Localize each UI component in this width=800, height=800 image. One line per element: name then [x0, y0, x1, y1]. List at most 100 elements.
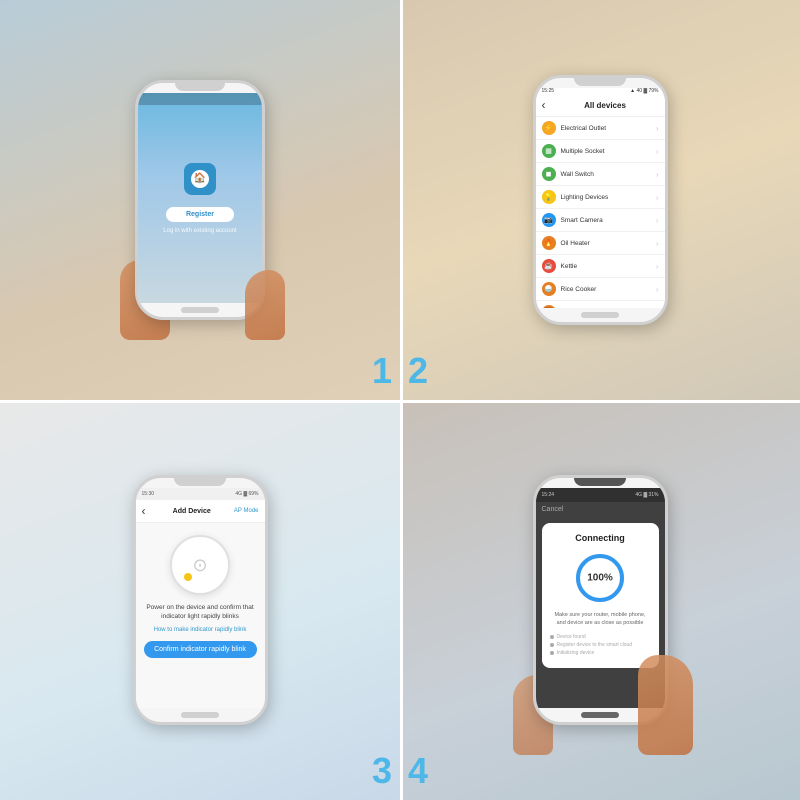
login-link[interactable]: Log in with existing account [163, 228, 236, 234]
connecting-title: Connecting [575, 533, 625, 543]
device-circle: ⊙ [170, 535, 230, 595]
item-label: Wall Switch [561, 171, 656, 178]
page-wrapper: 🏠 Register Log in with existing account … [0, 0, 800, 800]
confirm-blink-button[interactable]: Confirm indicator rapidly blink [144, 641, 257, 658]
vertical-divider [400, 0, 403, 800]
multiple-socket-icon: ▦ [542, 144, 556, 158]
add-device-title: Add Device [150, 508, 234, 515]
arrow-icon: › [656, 216, 659, 225]
phone-3: 15:30 4G ▓ 69% ‹ Add Device AP Mode ⊙ [133, 475, 268, 725]
home-bar-4 [581, 712, 620, 718]
phone-screen-2: 15:25 ▲ 40 ▓ 79% ‹ All devices ⚡ Electri… [536, 88, 665, 308]
item-label: Kettle [561, 263, 656, 270]
phone-wrap-2: 15:25 ▲ 40 ▓ 79% ‹ All devices ⚡ Electri… [400, 0, 800, 400]
list-item[interactable]: ▦ Multiple Socket › [536, 140, 665, 163]
status-bar-3: 15:30 4G ▓ 69% [136, 488, 265, 500]
phone-notch-2 [574, 78, 626, 86]
indicator-blink-link[interactable]: How to make indicator rapidly blink [136, 627, 265, 633]
home-bar-2 [581, 312, 620, 318]
check-dot-3 [550, 651, 554, 655]
lighting-icon: 💡 [542, 190, 556, 204]
phone-2: 15:25 ▲ 40 ▓ 79% ‹ All devices ⚡ Electri… [533, 75, 668, 325]
arrow-icon: › [656, 239, 659, 248]
check-label-1: Device found [557, 634, 586, 640]
step-number-4: 4 [408, 750, 428, 792]
item-label: Smart Camera [561, 217, 656, 224]
list-item[interactable]: ◼ Wall Switch › [536, 163, 665, 186]
phone-wrap-1: 🏠 Register Log in with existing account [0, 0, 400, 400]
list-item[interactable]: 💡 Lighting Devices › [536, 186, 665, 209]
list-item[interactable]: 🍚 Rice Cooker › [536, 278, 665, 301]
check-label-3: Initializing device [557, 650, 595, 656]
progress-percent: 100% [587, 573, 613, 584]
list-item[interactable]: ⚡ Electrical Outlet › [536, 117, 665, 140]
status-bar-1 [138, 93, 262, 105]
arrow-icon: › [656, 285, 659, 294]
phone-notch-4 [574, 478, 626, 486]
arrow-icon: › [656, 193, 659, 202]
phone-1: 🏠 Register Log in with existing account [135, 80, 265, 320]
app-logo: 🏠 [184, 163, 216, 195]
item-label: Oil Heater [561, 240, 656, 247]
camera-icon: 📷 [542, 213, 556, 227]
oil-heater-icon: 🔥 [542, 236, 556, 250]
back-button-2[interactable]: ‹ [542, 98, 546, 112]
check-label-2: Register device to the smart cloud [557, 642, 633, 648]
rice-cooker-icon: 🍚 [542, 282, 556, 296]
time-4: 15:24 [542, 492, 555, 498]
step-number-3: 3 [372, 750, 392, 792]
check-item-1: Device found [550, 634, 651, 640]
wall-switch-icon: ◼ [542, 167, 556, 181]
oven-icon: ⬛ [542, 305, 556, 308]
ap-mode-label: AP Mode [234, 508, 259, 514]
phone-screen-1: 🏠 Register Log in with existing account [138, 93, 262, 303]
kettle-icon: ☕ [542, 259, 556, 273]
back-button-3[interactable]: ‹ [142, 504, 146, 518]
device-list-screen: 15:25 ▲ 40 ▓ 79% ‹ All devices ⚡ Electri… [536, 88, 665, 308]
add-device-header: ‹ Add Device AP Mode [136, 500, 265, 523]
cancel-button[interactable]: Cancel [536, 502, 665, 517]
check-dot-2 [550, 643, 554, 647]
phone-notch-1 [175, 83, 225, 91]
arrow-icon: › [656, 147, 659, 156]
item-label: Lighting Devices [561, 194, 656, 201]
time-3: 15:30 [142, 491, 155, 497]
check-dot-1 [550, 635, 554, 639]
phone-wrap-4: 15:24 4G ▓ 31% Cancel Connecting [400, 400, 800, 800]
list-item[interactable]: ☕ Kettle › [536, 255, 665, 278]
arrow-icon: › [656, 170, 659, 179]
step-number-2: 2 [408, 350, 428, 392]
connecting-info: Make sure your router, mobile phone, and… [550, 611, 651, 628]
item-label: Electrical Outlet [561, 125, 656, 132]
add-device-instruction: Power on the device and confirm that ind… [136, 603, 265, 621]
home-bar-1 [181, 307, 218, 313]
signal-4: 4G ▓ 31% [635, 492, 658, 498]
item-label: Rice Cooker [561, 286, 656, 293]
list-item[interactable]: 📷 Smart Camera › [536, 209, 665, 232]
arrow-icon: › [656, 308, 659, 309]
app-login-screen: 🏠 Register Log in with existing account [138, 93, 262, 303]
phone-screen-3: 15:30 4G ▓ 69% ‹ Add Device AP Mode ⊙ [136, 488, 265, 708]
add-device-screen: 15:30 4G ▓ 69% ‹ Add Device AP Mode ⊙ [136, 488, 265, 708]
list-item[interactable]: ⬛ Oven › [536, 301, 665, 308]
step-number-1: 1 [372, 350, 392, 392]
electrical-outlet-icon: ⚡ [542, 121, 556, 135]
cell-step-1: 🏠 Register Log in with existing account … [0, 0, 400, 400]
signal-3: 4G ▓ 69% [235, 491, 258, 497]
register-button[interactable]: Register [166, 207, 234, 222]
item-label: Multiple Socket [561, 148, 656, 155]
connecting-card: Connecting 100% Make sure your route [542, 523, 659, 668]
list-item[interactable]: 🔥 Oil Heater › [536, 232, 665, 255]
app-logo-icon: 🏠 [191, 170, 209, 188]
arrow-icon: › [656, 124, 659, 133]
check-item-2: Register device to the smart cloud [550, 642, 651, 648]
progress-ring: 100% [573, 551, 627, 605]
home-bar-3 [181, 712, 220, 718]
phone-notch-3 [174, 478, 226, 486]
device-list-header: ‹ All devices [536, 94, 665, 117]
device-icon: ⊙ [192, 555, 207, 576]
cell-step-3: 15:30 4G ▓ 69% ‹ Add Device AP Mode ⊙ [0, 400, 400, 800]
hand-right-4 [638, 655, 693, 755]
cell-step-4: 15:24 4G ▓ 31% Cancel Connecting [400, 400, 800, 800]
indicator-dot [184, 573, 192, 581]
